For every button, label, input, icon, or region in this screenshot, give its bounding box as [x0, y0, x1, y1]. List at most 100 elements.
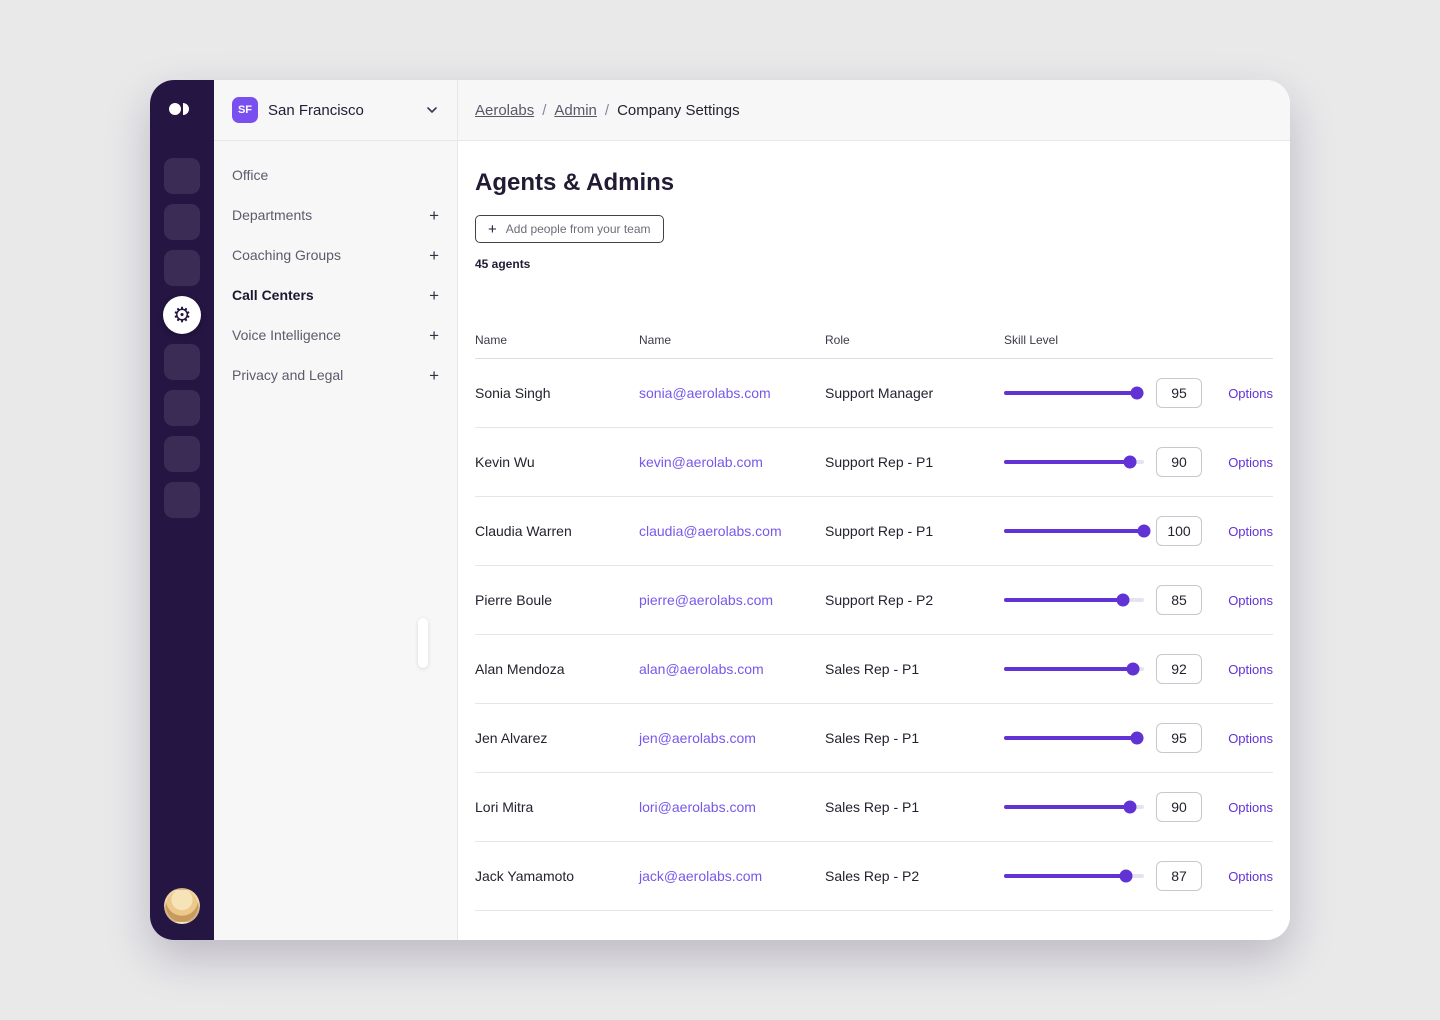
- agent-role: Support Rep - P1: [825, 454, 1004, 470]
- slider-thumb[interactable]: [1138, 525, 1151, 538]
- agent-email-link[interactable]: sonia@aerolabs.com: [639, 385, 825, 401]
- rail-nav-icon-2[interactable]: [164, 204, 200, 240]
- options-cell: Options: [1210, 868, 1273, 884]
- main-panel: Aerolabs / Admin / Company Settings Agen…: [458, 80, 1290, 940]
- options-link[interactable]: Options: [1228, 869, 1273, 884]
- agent-name: Lori Mitra: [475, 799, 639, 815]
- slider-thumb[interactable]: [1119, 870, 1132, 883]
- skill-value-input[interactable]: [1156, 861, 1202, 891]
- plus-icon[interactable]: +: [429, 287, 439, 304]
- plus-icon[interactable]: +: [429, 327, 439, 344]
- dialpad-logo-icon: [168, 100, 196, 118]
- slider-thumb[interactable]: [1117, 594, 1130, 607]
- user-avatar[interactable]: [164, 888, 200, 924]
- breadcrumb-current: Company Settings: [617, 102, 740, 119]
- agent-name: Alan Mendoza: [475, 661, 639, 677]
- options-link[interactable]: Options: [1228, 386, 1273, 401]
- table-row: Kevin Wukevin@aerolab.comSupport Rep - P…: [475, 428, 1273, 497]
- skill-value-input[interactable]: [1156, 516, 1202, 546]
- skill-value-input[interactable]: [1156, 447, 1202, 477]
- skill-slider[interactable]: [1004, 667, 1144, 671]
- workspace-badge: SF: [232, 97, 258, 123]
- workspace-name: San Francisco: [268, 102, 364, 119]
- options-cell: Options: [1210, 523, 1273, 539]
- agent-email-link[interactable]: alan@aerolabs.com: [639, 661, 825, 677]
- skill-value-input[interactable]: [1156, 378, 1202, 408]
- options-link[interactable]: Options: [1228, 800, 1273, 815]
- skill-level-cell: [1004, 792, 1210, 822]
- slider-fill: [1004, 391, 1137, 395]
- add-people-button[interactable]: + Add people from your team: [475, 215, 664, 243]
- options-link[interactable]: Options: [1228, 455, 1273, 470]
- header-skill-level: Skill Level: [1004, 333, 1210, 347]
- rail-nav-icon-6[interactable]: [164, 436, 200, 472]
- slider-fill: [1004, 598, 1123, 602]
- table-row: Alan Mendozaalan@aerolabs.comSales Rep -…: [475, 635, 1273, 704]
- agent-email-link[interactable]: lori@aerolabs.com: [639, 799, 825, 815]
- skill-slider[interactable]: [1004, 391, 1144, 395]
- sidebar-item-label: Privacy and Legal: [232, 367, 343, 383]
- slider-thumb[interactable]: [1131, 732, 1144, 745]
- sidebar-item-voice-intelligence[interactable]: Voice Intelligence +: [214, 315, 457, 355]
- breadcrumb-link-aerolabs[interactable]: Aerolabs: [475, 102, 534, 119]
- plus-icon: +: [488, 222, 497, 237]
- skill-value-input[interactable]: [1156, 585, 1202, 615]
- sidebar-item-departments[interactable]: Departments +: [214, 195, 457, 235]
- options-link[interactable]: Options: [1228, 524, 1273, 539]
- slider-fill: [1004, 805, 1130, 809]
- skill-slider[interactable]: [1004, 460, 1144, 464]
- agent-email-link[interactable]: claudia@aerolabs.com: [639, 523, 825, 539]
- options-link[interactable]: Options: [1228, 593, 1273, 608]
- scrollbar-thumb[interactable]: [418, 618, 428, 668]
- rail-nav-icon-1[interactable]: [164, 158, 200, 194]
- rail-nav-icon-7[interactable]: [164, 482, 200, 518]
- options-link[interactable]: Options: [1228, 731, 1273, 746]
- skill-value-input[interactable]: [1156, 792, 1202, 822]
- rail-nav-icon-4[interactable]: [164, 344, 200, 380]
- icon-rail: ⚙: [150, 80, 214, 940]
- agent-email-link[interactable]: jen@aerolabs.com: [639, 730, 825, 746]
- skill-level-cell: [1004, 585, 1210, 615]
- slider-fill: [1004, 667, 1133, 671]
- agent-email-link[interactable]: pierre@aerolabs.com: [639, 592, 825, 608]
- agent-role: Sales Rep - P1: [825, 661, 1004, 677]
- skill-slider[interactable]: [1004, 805, 1144, 809]
- settings-icon[interactable]: ⚙: [163, 296, 201, 334]
- plus-icon[interactable]: +: [429, 247, 439, 264]
- sidebar-item-coaching-groups[interactable]: Coaching Groups+: [214, 235, 457, 275]
- options-cell: Options: [1210, 730, 1273, 746]
- skill-level-cell: [1004, 447, 1210, 477]
- slider-thumb[interactable]: [1124, 456, 1137, 469]
- plus-icon[interactable]: +: [429, 207, 439, 224]
- sidebar-item-label: Departments: [232, 207, 312, 223]
- options-cell: Options: [1210, 385, 1273, 401]
- skill-value-input[interactable]: [1156, 654, 1202, 684]
- plus-icon[interactable]: +: [429, 367, 439, 384]
- rail-nav-icon-5[interactable]: [164, 390, 200, 426]
- agent-email-link[interactable]: kevin@aerolab.com: [639, 454, 825, 470]
- sidebar-item-office[interactable]: Office: [214, 155, 457, 195]
- agent-name: Jack Yamamoto: [475, 868, 639, 884]
- agents-count: 45 agents: [475, 257, 1273, 271]
- agent-role: Sales Rep - P1: [825, 799, 1004, 815]
- skill-slider[interactable]: [1004, 736, 1144, 740]
- slider-thumb[interactable]: [1131, 387, 1144, 400]
- skill-slider[interactable]: [1004, 529, 1144, 533]
- skill-slider[interactable]: [1004, 598, 1144, 602]
- options-cell: Options: [1210, 799, 1273, 815]
- options-link[interactable]: Options: [1228, 662, 1273, 677]
- skill-slider[interactable]: [1004, 874, 1144, 878]
- sidebar-item-call-centers[interactable]: Call Centers+: [214, 275, 457, 315]
- slider-thumb[interactable]: [1126, 663, 1139, 676]
- skill-value-input[interactable]: [1156, 723, 1202, 753]
- slider-thumb[interactable]: [1124, 801, 1137, 814]
- dialpad-logo[interactable]: [168, 100, 196, 118]
- breadcrumb-link-admin[interactable]: Admin: [554, 102, 597, 119]
- agent-email-link[interactable]: jack@aerolabs.com: [639, 868, 825, 884]
- agent-role: Support Manager: [825, 385, 1004, 401]
- header-role: Role: [825, 333, 1004, 347]
- sidebar-item-privacy-and-legal[interactable]: Privacy and Legal +: [214, 355, 457, 395]
- sidebar-item-label: Voice Intelligence: [232, 327, 341, 343]
- workspace-switcher[interactable]: SF San Francisco: [214, 80, 457, 141]
- rail-nav-icon-3[interactable]: [164, 250, 200, 286]
